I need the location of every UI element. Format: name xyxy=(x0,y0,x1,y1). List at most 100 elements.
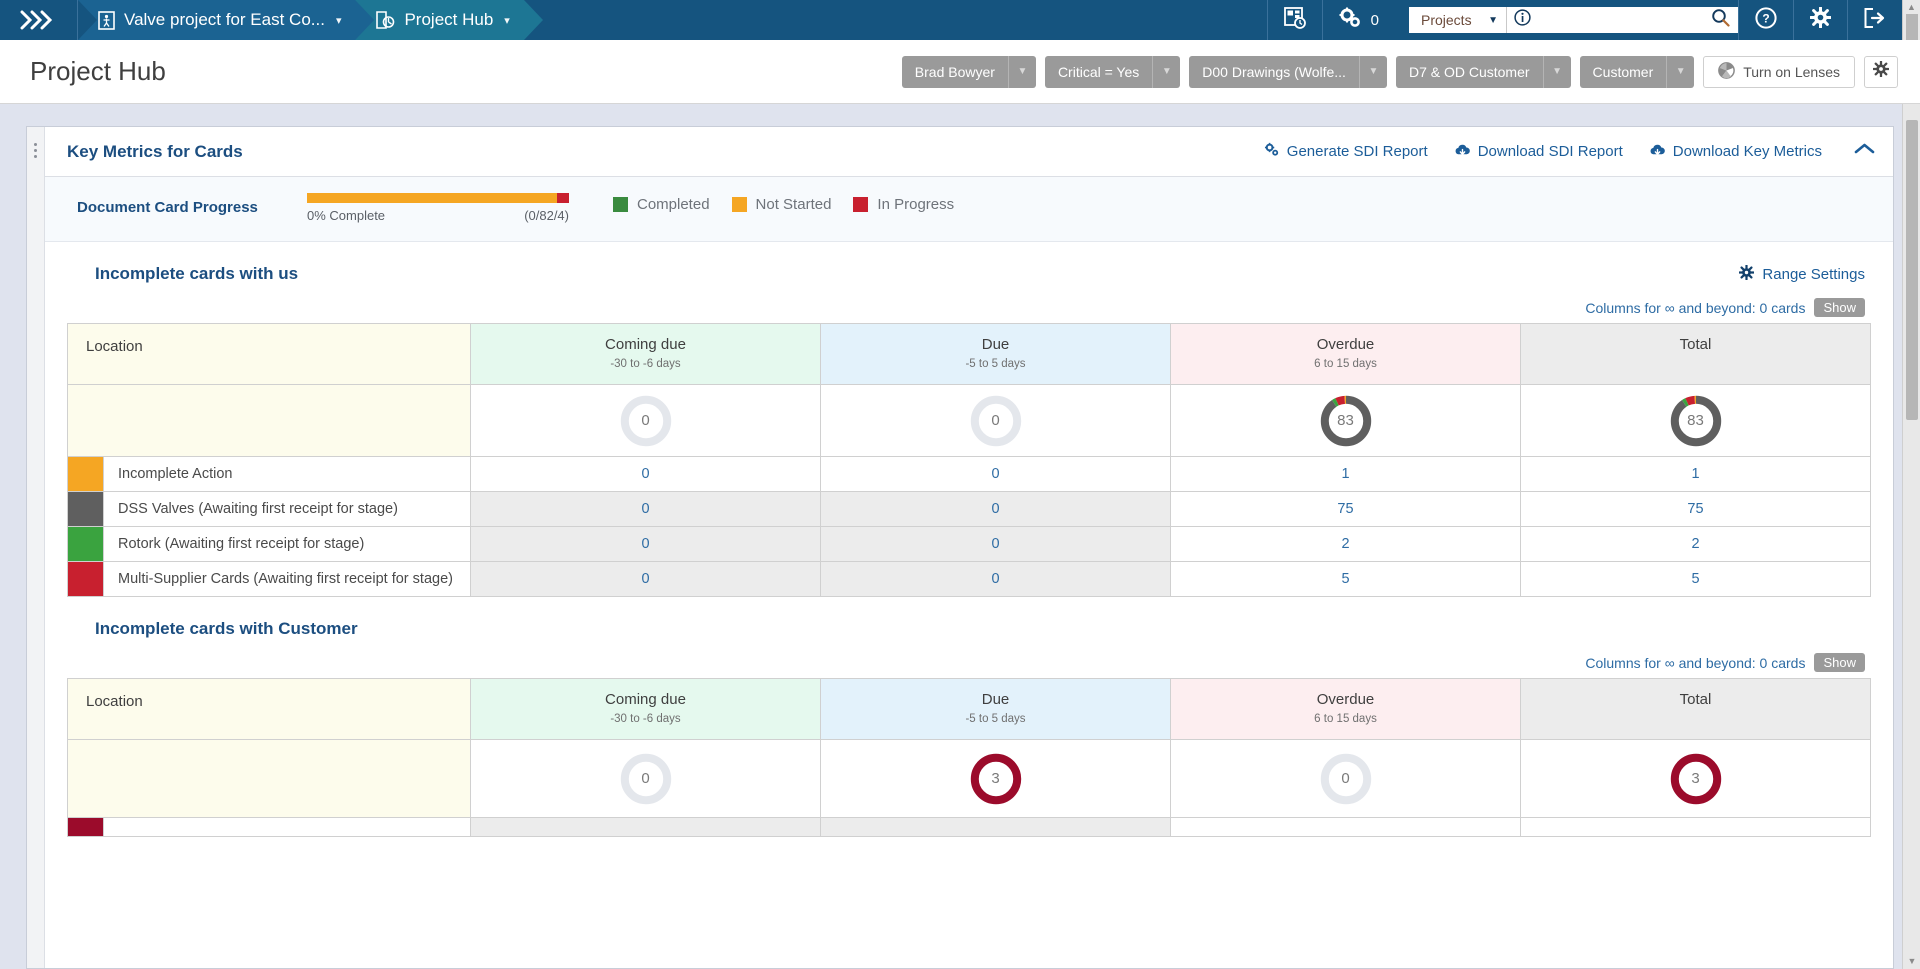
section-header: Incomplete cards with Customer xyxy=(67,597,1871,645)
filter-label: D7 & OD Customer xyxy=(1395,55,1543,88)
panel-header-actions: Generate SDI Report Download SDI Report xyxy=(1264,142,1875,161)
show-columns-button[interactable]: Show xyxy=(1814,298,1865,317)
section-incomplete-cards-with-customer: Incomplete cards with Customer Columns f… xyxy=(45,597,1893,837)
page-header: Project Hub Brad Bowyer ▼ Critical = Yes… xyxy=(0,40,1920,104)
donut-cell-coming-due[interactable]: 0 xyxy=(470,739,821,818)
dashboard-clock-button[interactable] xyxy=(1266,0,1322,40)
filter-chip-1[interactable]: Critical = Yes ▼ xyxy=(1044,55,1181,88)
project-document-icon xyxy=(98,10,115,30)
donut-cell-total[interactable]: 83 xyxy=(1520,384,1871,457)
nav-left-group: Valve project for East Co... ▾ Project H… xyxy=(0,0,544,40)
donut-cell-coming-due[interactable]: 0 xyxy=(470,384,821,457)
row-value-total xyxy=(1520,817,1871,837)
help-button[interactable]: ? xyxy=(1738,0,1793,40)
legend-label-not-started: Not Started xyxy=(755,196,832,213)
column-header-coming-due-label: Coming due xyxy=(605,691,686,708)
download-key-metrics-link[interactable]: Download Key Metrics xyxy=(1649,143,1822,161)
donut-cell-total[interactable]: 3 xyxy=(1520,739,1871,818)
filter-chip-3[interactable]: D7 & OD Customer ▼ xyxy=(1395,55,1571,88)
row-value-due: 0 xyxy=(820,491,1171,527)
incomplete-cards-with-us-table: Location Coming due -30 to -6 days Due -… xyxy=(67,323,1871,597)
donut-cell-overdue[interactable]: 0 xyxy=(1170,739,1521,818)
column-header-overdue-label: Overdue xyxy=(1316,336,1375,353)
chevron-down-icon[interactable]: ▾ xyxy=(336,14,342,27)
info-button[interactable] xyxy=(1507,7,1538,33)
legend-swatch-not-started xyxy=(731,197,747,212)
row-label: Rotork (Awaiting first receipt for stage… xyxy=(103,526,471,562)
column-header-coming-due: Coming due -30 to -6 days xyxy=(470,678,821,740)
panel-collapse-button[interactable] xyxy=(1848,142,1875,161)
search-box[interactable] xyxy=(1538,7,1738,33)
donut-row-spacer xyxy=(67,739,471,818)
chevron-down-icon[interactable]: ▼ xyxy=(1358,55,1387,88)
turn-on-lenses-button[interactable]: Turn on Lenses xyxy=(1703,55,1855,88)
page-scrollbar-thumb[interactable] xyxy=(1906,120,1918,420)
donut-value: 3 xyxy=(991,770,1000,787)
breadcrumb-project-hub[interactable]: Project Hub ▾ xyxy=(355,0,544,40)
download-key-metrics-label: Download Key Metrics xyxy=(1672,143,1822,160)
table-header-row: Location Coming due -30 to -6 days Due -… xyxy=(67,678,1871,740)
legend-item-not-started: Not Started xyxy=(731,196,832,213)
donut-chart: 3 xyxy=(968,751,1024,807)
generate-sdi-report-link[interactable]: Generate SDI Report xyxy=(1264,142,1428,161)
column-header-overdue: Overdue 6 to 15 days xyxy=(1170,323,1521,385)
panel-drag-handle[interactable] xyxy=(27,127,45,968)
page-scrollbar-top-cap[interactable]: ▲ xyxy=(1902,0,1920,40)
filter-chip-0[interactable]: Brad Bowyer ▼ xyxy=(901,55,1036,88)
settings-button[interactable] xyxy=(1793,0,1847,40)
row-label: Incomplete Action xyxy=(103,456,471,492)
chevron-down-icon[interactable]: ▼ xyxy=(1542,55,1571,88)
range-settings-link[interactable]: Range Settings xyxy=(1738,263,1871,284)
progress-percent-label: 0% Complete xyxy=(307,208,386,223)
projects-select[interactable]: Projects ▼ xyxy=(1409,7,1507,33)
filter-label: Critical = Yes xyxy=(1044,55,1153,88)
breadcrumb-project-label: Valve project for East Co... xyxy=(124,10,325,29)
donut-chart: 83 xyxy=(1668,393,1724,449)
column-header-due-sub: -5 to 5 days xyxy=(965,713,1026,725)
chevron-down-icon[interactable]: ▼ xyxy=(1007,55,1036,88)
table-row[interactable] xyxy=(67,817,1871,837)
donut-value: 83 xyxy=(1687,412,1704,429)
chevron-down-icon[interactable]: ▼ xyxy=(1152,55,1181,88)
donut-cell-overdue[interactable]: 83 xyxy=(1170,384,1521,457)
search-icon[interactable] xyxy=(1711,8,1730,32)
table-row[interactable]: Incomplete Action 0 0 1 1 xyxy=(67,456,1871,492)
show-columns-button[interactable]: Show xyxy=(1814,653,1865,672)
table-donut-row: 0 3 0 3 xyxy=(67,739,1871,818)
row-value-due: 0 xyxy=(820,456,1171,492)
gears-counter-button[interactable]: 0 xyxy=(1321,0,1395,40)
column-header-due-label: Due xyxy=(981,691,1010,708)
column-header-total-label: Total xyxy=(1679,691,1712,708)
progress-bar xyxy=(307,193,569,203)
row-label xyxy=(103,817,471,837)
filter-chip-2[interactable]: D00 Drawings (Wolfe... ▼ xyxy=(1189,55,1387,88)
search-input[interactable] xyxy=(1538,7,1711,33)
donut-cell-due[interactable]: 3 xyxy=(820,739,1171,818)
chevron-down-icon[interactable]: ▼ xyxy=(1666,55,1695,88)
page-settings-button[interactable] xyxy=(1864,55,1898,88)
table-row[interactable]: DSS Valves (Awaiting first receipt for s… xyxy=(67,491,1871,527)
row-color-swatch xyxy=(67,456,104,492)
legend-item-in-progress: In Progress xyxy=(853,196,954,213)
table-row[interactable]: Multi-Supplier Cards (Awaiting first rec… xyxy=(67,561,1871,597)
logout-button[interactable] xyxy=(1847,0,1902,40)
app-logo[interactable] xyxy=(0,0,78,40)
filter-chip-4[interactable]: Customer ▼ xyxy=(1579,55,1695,88)
breadcrumb-project[interactable]: Valve project for East Co... ▾ xyxy=(78,0,375,40)
row-value-overdue xyxy=(1170,817,1521,837)
panel-header: Key Metrics for Cards Generate SDI Repor… xyxy=(45,127,1893,177)
column-header-total: Total xyxy=(1520,678,1871,740)
row-value-total: 75 xyxy=(1520,491,1871,527)
donut-cell-due[interactable]: 0 xyxy=(820,384,1171,457)
row-value-due: 0 xyxy=(820,526,1171,562)
page-scrollbar[interactable]: ▼ xyxy=(1902,104,1920,969)
table-row[interactable]: Rotork (Awaiting first receipt for stage… xyxy=(67,526,1871,562)
legend-swatch-in-progress xyxy=(853,197,869,212)
row-color-swatch xyxy=(67,526,104,562)
section-title: Incomplete cards with Customer xyxy=(95,619,358,638)
donut-chart: 3 xyxy=(1668,751,1724,807)
chevron-down-icon[interactable]: ▾ xyxy=(504,14,510,27)
row-value-coming-due xyxy=(470,817,821,837)
download-sdi-report-link[interactable]: Download SDI Report xyxy=(1454,143,1623,161)
scroll-down-arrow-icon[interactable]: ▼ xyxy=(1903,953,1920,969)
